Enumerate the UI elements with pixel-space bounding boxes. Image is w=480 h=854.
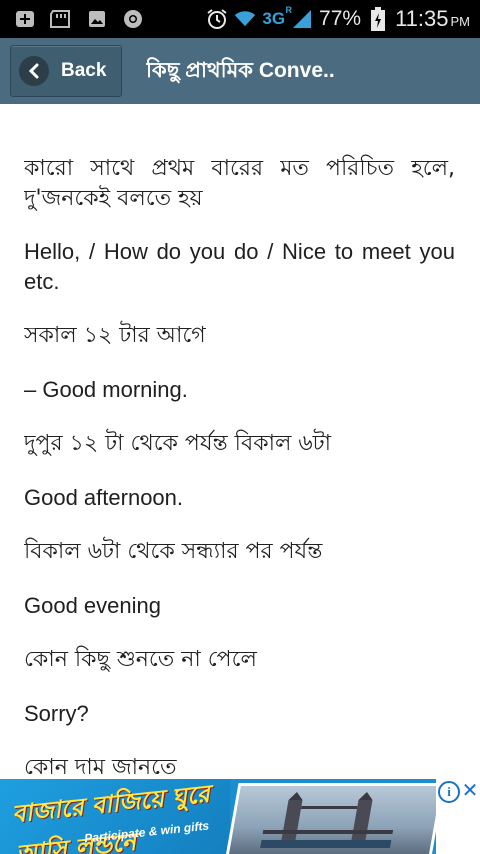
paragraph: দুপুর ১২ টা থেকে পর্যন্ত বিকাল ৬টা bbox=[24, 431, 332, 456]
paragraph: কোন দাম জানতে bbox=[24, 755, 177, 779]
wifi-icon bbox=[234, 9, 256, 29]
clock: 11:35 PM bbox=[395, 6, 470, 31]
chevron-left-icon bbox=[19, 56, 49, 86]
ad-close-icon[interactable]: ✕ bbox=[460, 779, 480, 801]
signal-icon bbox=[291, 9, 313, 29]
ad-photo bbox=[225, 783, 445, 854]
article-content[interactable]: কারো সাথে প্রথম বারের মত পরিচিত হলে, দু'… bbox=[24, 104, 455, 779]
alarm-icon bbox=[206, 9, 228, 29]
sd-card-icon bbox=[50, 9, 72, 29]
tower-bridge-icon bbox=[260, 792, 394, 848]
ad-info-icon[interactable]: i bbox=[438, 781, 460, 803]
back-button[interactable]: Back bbox=[10, 45, 122, 97]
ad-graphic: বাজারে বাজিয়ে ঘুরে আসি লন্ডনে Participa… bbox=[0, 779, 230, 854]
paragraph: সকাল ১২ টার আগে bbox=[24, 323, 206, 348]
status-bar: 3G R 77% 11:35 PM bbox=[0, 0, 480, 38]
paragraph: Good evening bbox=[24, 593, 161, 618]
battery-percent: 77% bbox=[319, 7, 362, 30]
image-icon bbox=[86, 9, 108, 29]
paragraph: কোন কিছু শুনতে না পেলে bbox=[24, 647, 257, 672]
page-title: কিছু প্রাথমিক Conve.. bbox=[146, 58, 335, 82]
ad-banner[interactable]: বাজারে বাজিয়ে ঘুরে আসি লন্ডনে Participa… bbox=[0, 779, 480, 854]
ad-headline: বাজারে বাজিয়ে ঘুরে আসি লন্ডনে bbox=[10, 779, 212, 854]
battery-charging-icon bbox=[367, 7, 389, 31]
paragraph: বিকাল ৬টা থেকে সন্ধ্যার পর পর্যন্ত bbox=[24, 539, 323, 564]
paragraph: Good afternoon. bbox=[24, 485, 184, 510]
back-label: Back bbox=[61, 60, 107, 81]
app-bar: Back কিছু প্রাথমিক Conve.. bbox=[0, 38, 480, 104]
paragraph: কারো সাথে প্রথম বারের মত পরিচিত হলে, দু'… bbox=[24, 156, 455, 211]
network-type: 3G R bbox=[262, 5, 293, 28]
paragraph: – Good morning. bbox=[24, 377, 188, 402]
paragraph: Sorry? bbox=[24, 701, 89, 726]
paragraph: Hello, / How do you do / Nice to meet yo… bbox=[24, 239, 455, 294]
chrome-icon bbox=[122, 9, 144, 29]
add-box-icon bbox=[14, 9, 36, 29]
